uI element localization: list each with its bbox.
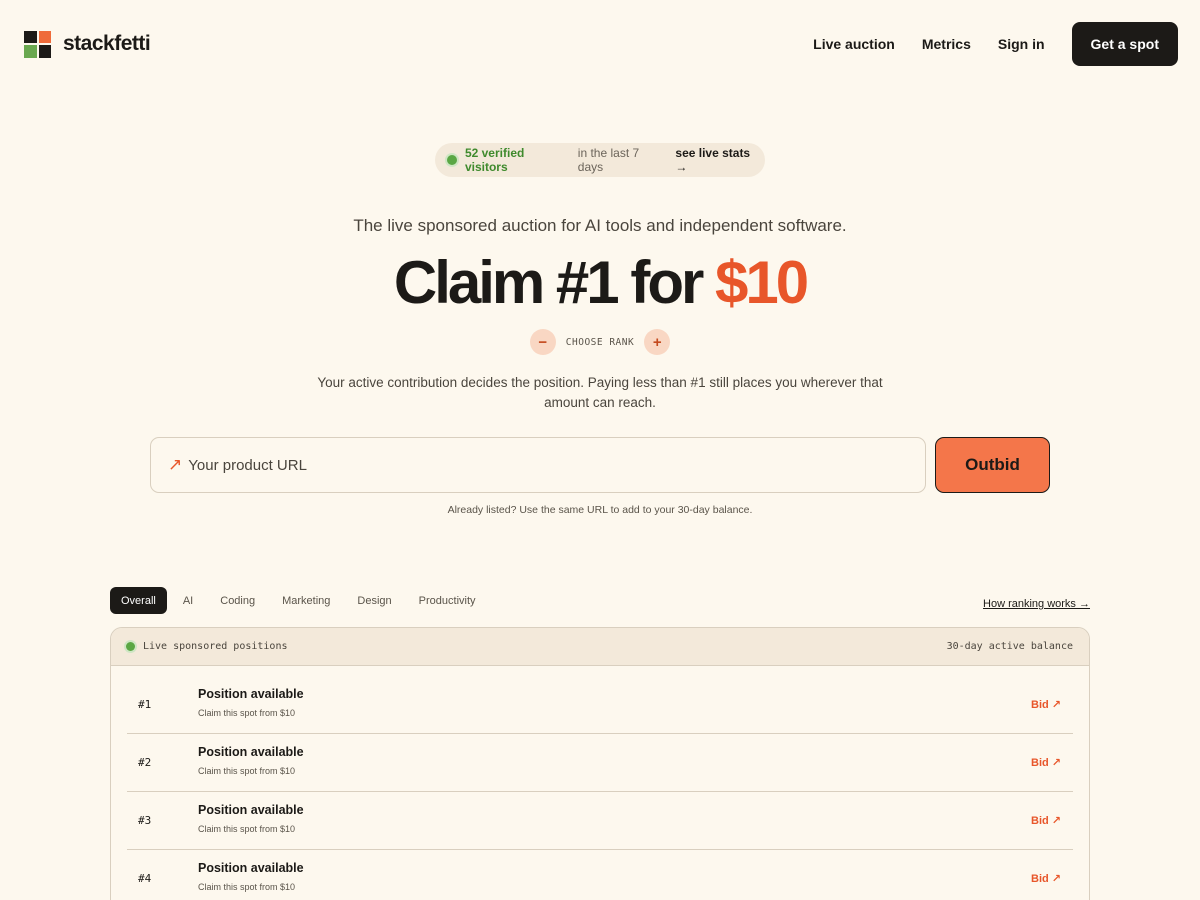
row-subtitle: Claim this spot from $10 (198, 708, 296, 718)
row-rank: #1 (138, 698, 152, 711)
rank-label: CHOOSE RANK (565, 336, 635, 348)
tab-coding[interactable]: Coding (209, 587, 266, 614)
rank-chooser: − CHOOSE RANK + (0, 329, 1200, 355)
tab-marketing[interactable]: Marketing (271, 587, 341, 614)
see-live-stats-link[interactable]: see live stats → (675, 146, 765, 174)
table-rows: #1 Position available Claim this spot fr… (111, 676, 1089, 900)
row-title: Position available (198, 861, 304, 875)
table-header-balance: 30-day active balance (946, 641, 1073, 652)
bid-button[interactable]: Bid ↗ (1031, 814, 1061, 827)
row-rank: #2 (138, 756, 152, 769)
table-row: #4 Position available Claim this spot fr… (127, 850, 1073, 900)
visitors-period: in the last 7 days (577, 146, 640, 174)
row-info: Position available Claim this spot from … (198, 745, 304, 776)
table-header-title: Live sponsored positions (143, 641, 288, 652)
how-ranking-works-link[interactable]: How ranking works → (983, 598, 1090, 610)
row-title: Position available (198, 803, 304, 817)
arrow-up-right-icon: ↗ (168, 455, 183, 474)
category-tabs: Overall AI Coding Marketing Design Produ… (110, 587, 492, 614)
row-title: Position available (198, 687, 304, 701)
table-row: #1 Position available Claim this spot fr… (127, 676, 1073, 734)
rank-decrease-button[interactable]: − (529, 329, 556, 355)
outbid-button[interactable]: Outbid (935, 437, 1050, 493)
brand-name: stackfetti (63, 32, 151, 55)
url-hint: Already listed? Use the same URL to add … (447, 504, 753, 516)
table-row: #3 Position available Claim this spot fr… (127, 792, 1073, 850)
visitors-count: 52 verified visitors (464, 146, 525, 174)
bid-button[interactable]: Bid ↗ (1031, 698, 1061, 711)
nav-live-auction[interactable]: Live auction (813, 36, 895, 52)
row-subtitle: Claim this spot from $10 (198, 766, 296, 776)
page-title: Claim #1 for $10 (0, 248, 1200, 317)
row-rank: #4 (138, 872, 152, 885)
nav-sign-in[interactable]: Sign in (998, 36, 1045, 52)
bid-button[interactable]: Bid ↗ (1031, 872, 1061, 885)
live-dot-icon (126, 642, 135, 651)
table-row: #2 Position available Claim this spot fr… (127, 734, 1073, 792)
site-header: stackfetti Live auction Metrics Sign in … (0, 0, 1200, 88)
nav-metrics[interactable]: Metrics (922, 36, 971, 52)
live-dot-icon (447, 155, 457, 165)
hero-description: Your active contribution decides the pos… (317, 375, 883, 410)
row-rank: #3 (138, 814, 152, 827)
tagline: The live sponsored auction for AI tools … (353, 216, 847, 235)
product-url-field[interactable]: ↗ (150, 437, 926, 493)
tab-ai[interactable]: AI (172, 587, 204, 614)
table-header-left: Live sponsored positions (126, 641, 288, 652)
main-nav: Live auction Metrics Sign in Get a spot (786, 22, 1178, 66)
table-header: Live sponsored positions 30-day active b… (111, 628, 1089, 666)
positions-table: Live sponsored positions 30-day active b… (110, 627, 1090, 900)
stackfetti-logo-icon (24, 30, 51, 58)
visitors-pill: 52 verified visitors in the last 7 days … (435, 143, 765, 177)
headline-text: Claim #1 for (393, 249, 704, 316)
bid-button[interactable]: Bid ↗ (1031, 756, 1061, 769)
tab-design[interactable]: Design (346, 587, 402, 614)
product-url-input[interactable] (188, 456, 889, 474)
row-info: Position available Claim this spot from … (198, 687, 304, 718)
tab-productivity[interactable]: Productivity (408, 587, 487, 614)
get-a-spot-button[interactable]: Get a spot (1071, 22, 1178, 66)
row-info: Position available Claim this spot from … (198, 803, 304, 834)
row-subtitle: Claim this spot from $10 (198, 824, 296, 834)
row-subtitle: Claim this spot from $10 (198, 882, 296, 892)
headline-price: $10 (715, 249, 809, 316)
tab-overall[interactable]: Overall (110, 587, 167, 614)
row-info: Position available Claim this spot from … (198, 861, 304, 892)
row-title: Position available (198, 745, 304, 759)
rank-increase-button[interactable]: + (644, 329, 671, 355)
brand-logo[interactable]: stackfetti (24, 30, 151, 58)
